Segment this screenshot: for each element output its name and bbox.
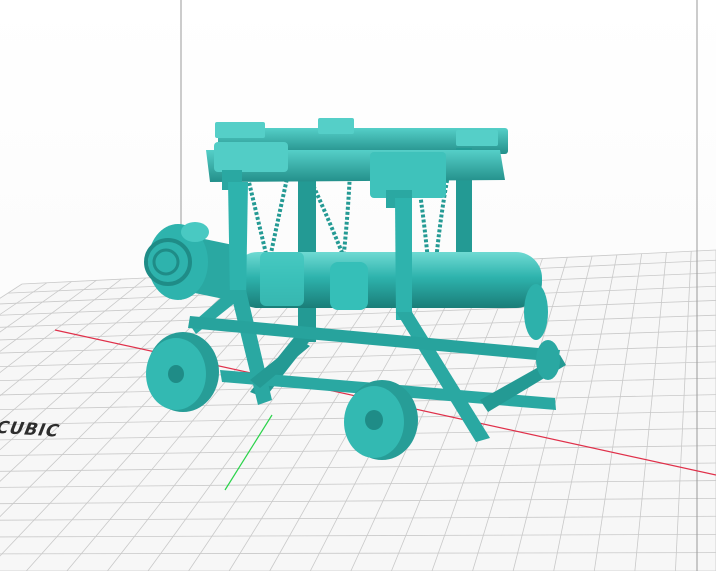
scene-canvas[interactable]	[0, 0, 716, 571]
3d-viewport[interactable]: CUBIC	[0, 0, 716, 571]
build-plate-label: CUBIC	[0, 418, 63, 442]
rear-right-wheel[interactable]	[536, 340, 560, 380]
